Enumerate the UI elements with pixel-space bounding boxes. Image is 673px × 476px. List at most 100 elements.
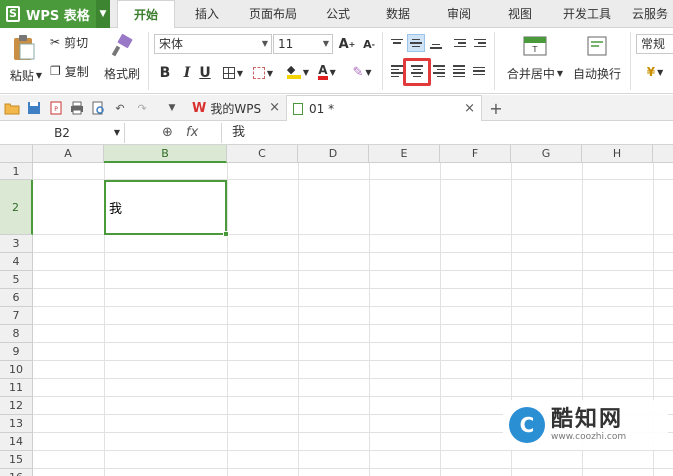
bold-button[interactable]: B	[156, 64, 174, 82]
grid-line	[33, 270, 673, 271]
tab-data[interactable]: 数据	[376, 0, 420, 28]
column-header-b[interactable]: B	[104, 145, 227, 163]
fill-color-button[interactable]: ◆ ▼	[284, 62, 312, 82]
new-tab-button[interactable]: +	[488, 99, 504, 118]
align-right-icon[interactable]	[430, 62, 448, 80]
merge-center-button[interactable]: 合并居中 ▼	[502, 64, 568, 82]
tab-cloud[interactable]: 云服务	[627, 0, 673, 28]
cut-button[interactable]: ✂ 剪切	[50, 33, 98, 51]
row-header-15[interactable]: 15	[0, 451, 33, 469]
tab-insert[interactable]: 插入	[185, 0, 229, 28]
row-header-4[interactable]: 4	[0, 253, 33, 271]
row-header-12[interactable]: 12	[0, 397, 33, 415]
column-header-f[interactable]: F	[440, 145, 511, 163]
italic-button[interactable]: I	[178, 64, 196, 82]
font-color-button[interactable]: A ▼	[313, 62, 341, 82]
insert-function-button[interactable]: fx	[186, 125, 198, 140]
print-icon[interactable]	[69, 100, 85, 116]
number-format-select[interactable]: 常规	[636, 34, 673, 54]
save-icon[interactable]	[26, 100, 42, 116]
copy-button[interactable]: ❐ 复制	[50, 62, 98, 80]
undo-icon[interactable]: ↶	[112, 100, 128, 116]
wrap-text-button[interactable]: 自动换行	[570, 64, 624, 82]
watermark-url: www.coozhi.com	[551, 432, 627, 442]
column-header-h[interactable]: H	[582, 145, 653, 163]
app-menu-button[interactable]: S WPS 表格 ▼	[0, 0, 110, 28]
row-header-11[interactable]: 11	[0, 379, 33, 397]
zoom-icon[interactable]: ⊕	[162, 125, 173, 140]
customize-toolbar-icon[interactable]: ▼	[164, 100, 180, 116]
column-header-extra[interactable]	[653, 145, 673, 163]
paste-button[interactable]: 粘贴 ▼	[6, 66, 46, 84]
select-all-corner[interactable]	[0, 145, 33, 163]
decrease-font-icon[interactable]: A-	[360, 34, 378, 54]
format-painter-icon[interactable]	[108, 32, 136, 60]
align-top-icon[interactable]	[388, 34, 406, 52]
row-header-9[interactable]: 9	[0, 343, 33, 361]
cell-b2[interactable]: 我	[104, 180, 229, 237]
justify-icon[interactable]	[450, 62, 468, 80]
grid-line	[298, 163, 299, 476]
grid-line	[33, 324, 673, 325]
row-header-8[interactable]: 8	[0, 325, 33, 343]
row-header-14[interactable]: 14	[0, 433, 33, 451]
font-name-select[interactable]: 宋体 ▼	[154, 34, 272, 54]
grid-line	[33, 468, 673, 469]
increase-font-icon[interactable]: A +	[338, 34, 356, 54]
svg-text:P: P	[54, 106, 58, 113]
fill-handle[interactable]	[223, 231, 229, 237]
font-color-icon: A	[318, 64, 328, 80]
close-icon[interactable]: ×	[269, 100, 280, 115]
clear-format-button[interactable]: ✎ ▼	[348, 62, 376, 82]
tab-document[interactable]: 01 * ×	[286, 95, 482, 121]
column-header-c[interactable]: C	[227, 145, 298, 163]
borders-button[interactable]: ▼	[219, 64, 247, 82]
row-header-13[interactable]: 13	[0, 415, 33, 433]
formula-input[interactable]: 我	[221, 123, 673, 143]
chevron-down-icon[interactable]: ▼	[96, 0, 110, 28]
open-folder-icon[interactable]	[4, 100, 20, 116]
cell-style-button[interactable]: ▼	[249, 64, 277, 82]
print-preview-icon[interactable]	[90, 100, 106, 116]
tab-page-layout[interactable]: 页面布局	[240, 0, 306, 28]
font-size-select[interactable]: 11 ▼	[273, 34, 333, 54]
close-icon[interactable]: ×	[464, 101, 475, 116]
tab-developer[interactable]: 开发工具	[556, 0, 618, 28]
name-box[interactable]: B2 ▼	[0, 123, 125, 143]
column-header-g[interactable]: G	[511, 145, 582, 163]
column-header-e[interactable]: E	[369, 145, 440, 163]
tab-review[interactable]: 审阅	[437, 0, 481, 28]
redo-icon[interactable]: ↷	[134, 100, 150, 116]
row-header-1[interactable]: 1	[0, 163, 33, 180]
wrap-text-icon[interactable]	[584, 34, 610, 58]
row-header-5[interactable]: 5	[0, 271, 33, 289]
tab-view[interactable]: 视图	[498, 0, 542, 28]
decrease-indent-icon[interactable]	[451, 34, 469, 52]
paste-icon[interactable]	[8, 32, 40, 64]
distributed-align-icon[interactable]	[470, 62, 488, 80]
align-bottom-icon[interactable]	[427, 34, 445, 52]
currency-format-button[interactable]: ¥ ▼	[640, 62, 670, 82]
row-header-3[interactable]: 3	[0, 235, 33, 253]
row-header-2[interactable]: 2	[0, 180, 33, 235]
merge-center-icon[interactable]: T	[520, 34, 550, 58]
increase-indent-icon[interactable]	[471, 34, 489, 52]
tab-my-wps[interactable]: W 我的WPS ×	[186, 95, 286, 121]
export-pdf-icon[interactable]: P	[48, 100, 64, 116]
formula-bar: B2 ▼ ⊕ fx 我	[0, 122, 673, 145]
column-header-a[interactable]: A	[33, 145, 104, 163]
underline-button[interactable]: U	[196, 64, 214, 82]
watermark-title: 酷知网	[551, 407, 624, 432]
row-header-10[interactable]: 10	[0, 361, 33, 379]
chevron-down-icon: ▼	[261, 39, 268, 48]
format-painter-button[interactable]: 格式刷	[100, 64, 144, 82]
row-header-16[interactable]: 16	[0, 469, 33, 476]
align-middle-icon[interactable]	[407, 34, 425, 52]
column-header-d[interactable]: D	[298, 145, 369, 163]
tab-formulas[interactable]: 公式	[316, 0, 360, 28]
ribbon-divider	[630, 32, 631, 90]
grid-line	[33, 450, 673, 451]
tab-home[interactable]: 开始	[117, 0, 175, 29]
row-header-6[interactable]: 6	[0, 289, 33, 307]
row-header-7[interactable]: 7	[0, 307, 33, 325]
